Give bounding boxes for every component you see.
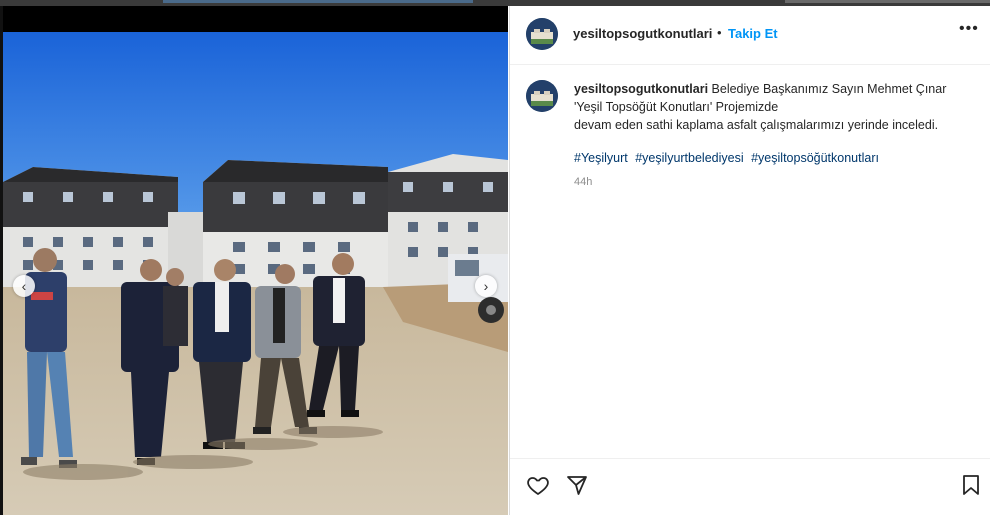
post-side-panel: yesiltopsogutkonutlari • Takip Et ••• ye… xyxy=(509,6,990,515)
share-button[interactable] xyxy=(565,473,589,502)
caption-text-line1: Belediye Başkanımız Sayın Mehmet Çınar xyxy=(711,82,947,96)
carousel-next-button[interactable]: › xyxy=(475,275,497,297)
avatar[interactable] xyxy=(526,18,558,50)
follow-button[interactable]: Takip Et xyxy=(728,26,778,41)
chevron-right-icon: › xyxy=(483,278,489,294)
post-photo[interactable] xyxy=(3,32,508,515)
hashtag-link[interactable]: #Yeşilyurt xyxy=(574,151,628,165)
post-actions-bar xyxy=(510,458,990,516)
hashtag-link[interactable]: #yeşilyurtbelediyesi xyxy=(635,151,743,165)
avatar-image xyxy=(526,18,558,50)
caption-text-line2: 'Yeşil Topsöğüt Konutları' Projemizde xyxy=(574,100,779,114)
avatar-image xyxy=(526,80,558,112)
bookmark-icon xyxy=(963,475,979,495)
top-strip-segment xyxy=(785,0,990,3)
post-header: yesiltopsogutkonutlari • Takip Et ••• xyxy=(510,6,990,65)
hashtag-link[interactable]: #yeşiltopsöğütkonutları xyxy=(751,151,879,165)
media-top-bar xyxy=(0,6,508,32)
chevron-left-icon: ‹ xyxy=(21,278,27,294)
caption-text-line3: devam eden sathi kaplama asfalt çalışmal… xyxy=(574,118,939,132)
heart-icon xyxy=(527,477,549,496)
apartment-buildings xyxy=(3,154,508,302)
post-photo-illustration xyxy=(3,32,508,515)
carousel-prev-button[interactable]: ‹ xyxy=(13,275,35,297)
header-username[interactable]: yesiltopsogutkonutlari xyxy=(573,26,712,41)
caption-username[interactable]: yesiltopsogutkonutlari xyxy=(574,82,708,96)
save-button[interactable] xyxy=(959,473,983,502)
post-timestamp[interactable]: 44h xyxy=(574,176,592,188)
hashtag-list: #Yeşilyurt #yeşilyurtbelediyesi #yeşilto… xyxy=(574,151,883,165)
top-strip-segment xyxy=(163,0,473,3)
more-options-button[interactable]: ••• xyxy=(959,20,979,38)
like-button[interactable] xyxy=(526,473,550,502)
caption-avatar[interactable] xyxy=(526,80,558,112)
post-caption: yesiltopsogutkonutlari Belediye Başkanım… xyxy=(574,80,974,134)
header-separator: • xyxy=(717,25,722,40)
send-icon xyxy=(567,476,587,495)
